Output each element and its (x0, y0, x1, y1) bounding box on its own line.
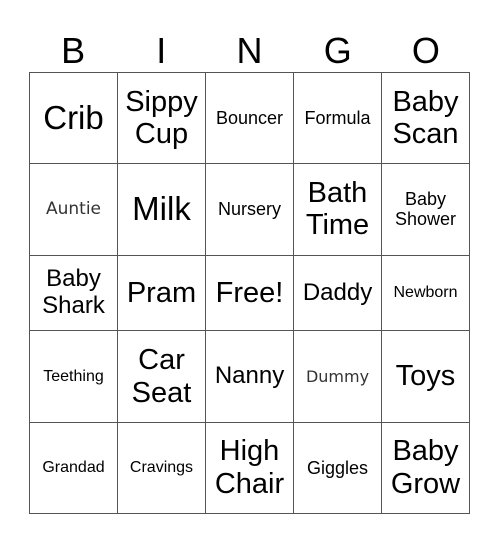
bingo-cell[interactable]: Milk (117, 163, 206, 256)
bingo-row: Teething Car Seat Nanny Dummy Toys (29, 330, 470, 423)
bingo-row: Crib Sippy Cup Bouncer Formula Baby Scan (29, 71, 470, 165)
header-letter-g: G (323, 30, 352, 71)
bingo-cell[interactable]: Baby Shark (29, 254, 118, 332)
bingo-cell[interactable]: High Chair (205, 421, 294, 515)
bingo-cell[interactable]: Auntie (29, 163, 118, 256)
bingo-cell[interactable]: Crib (29, 71, 118, 165)
bingo-header: B I N G O (29, 30, 470, 72)
header-letter-n: N (236, 30, 263, 71)
bingo-cell[interactable]: Sippy Cup (117, 71, 206, 165)
bingo-cell[interactable]: Daddy (293, 254, 382, 332)
bingo-cell[interactable]: Toys (381, 330, 470, 423)
bingo-cell[interactable]: Baby Scan (381, 71, 470, 165)
bingo-cell[interactable]: Baby Shower (381, 163, 470, 256)
bingo-cell[interactable]: Dummy (293, 330, 382, 423)
bingo-cell[interactable]: Grandad (29, 421, 118, 515)
bingo-cell[interactable]: Nursery (205, 163, 294, 256)
bingo-row: Grandad Cravings High Chair Giggles Baby… (29, 421, 470, 515)
bingo-cell[interactable]: Bouncer (205, 71, 294, 165)
bingo-cell[interactable]: Giggles (293, 421, 382, 515)
header-letter-o: O (411, 30, 440, 71)
bingo-cell[interactable]: Pram (117, 254, 206, 332)
free-space-cell[interactable]: Free! (205, 254, 294, 332)
bingo-cell[interactable]: Nanny (205, 330, 294, 423)
header-letter-b: B (61, 30, 86, 71)
header-letter-i: I (156, 30, 167, 71)
bingo-row: Auntie Milk Nursery Bath Time Baby Showe… (29, 163, 470, 256)
bingo-cell[interactable]: Newborn (381, 254, 470, 332)
bingo-card: Crib Sippy Cup Bouncer Formula Baby Scan… (29, 71, 470, 515)
bingo-cell[interactable]: Baby Grow (381, 421, 470, 515)
bingo-cell[interactable]: Bath Time (293, 163, 382, 256)
bingo-cell[interactable]: Cravings (117, 421, 206, 515)
bingo-cell[interactable]: Formula (293, 71, 382, 165)
bingo-cell[interactable]: Teething (29, 330, 118, 423)
bingo-cell[interactable]: Car Seat (117, 330, 206, 423)
bingo-row: Baby Shark Pram Free! Daddy Newborn (29, 254, 470, 332)
